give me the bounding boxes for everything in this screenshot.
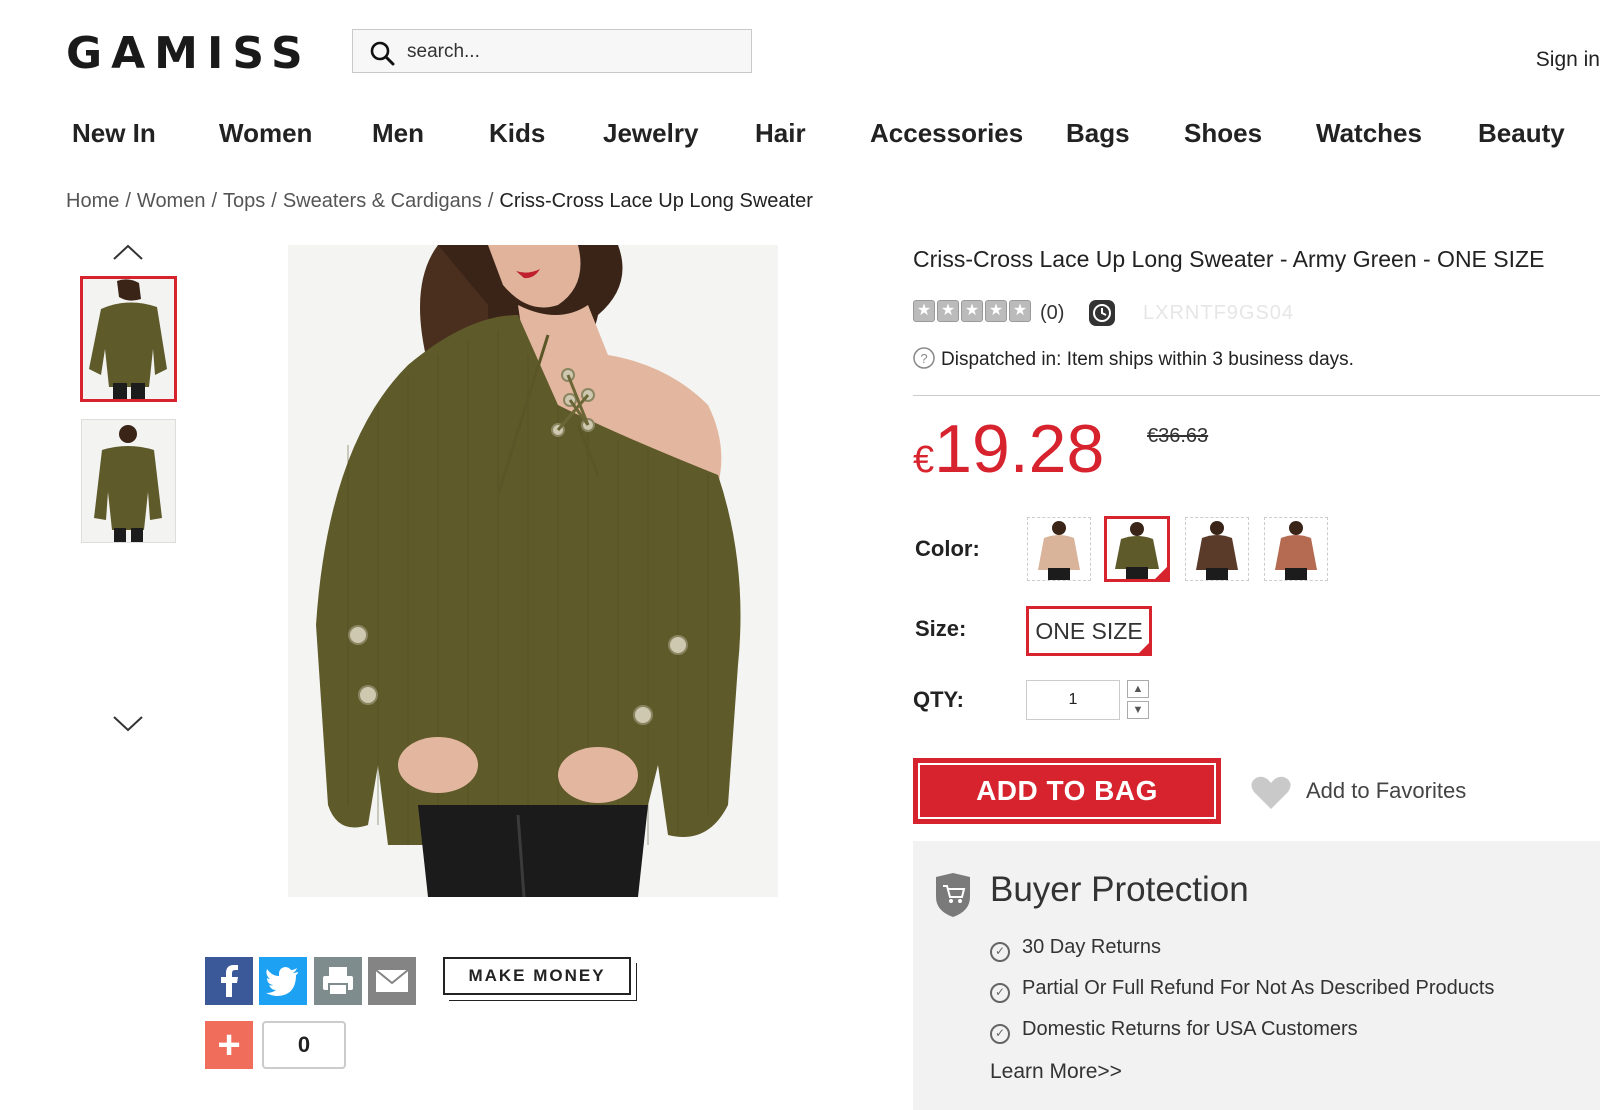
color-swatch-brick-red[interactable]	[1264, 517, 1328, 581]
make-money-button[interactable]: MAKE MONEY	[443, 957, 631, 995]
learn-more-link[interactable]: Learn More>>	[990, 1060, 1122, 1084]
facebook-icon[interactable]	[205, 957, 253, 1005]
breadcrumb-home[interactable]: Home	[66, 190, 119, 212]
color-swatch-army-green[interactable]	[1104, 516, 1170, 582]
add-to-bag-button[interactable]: ADD TO BAG	[913, 758, 1221, 824]
search-icon[interactable]	[369, 40, 395, 71]
breadcrumb-separator: /	[125, 190, 131, 212]
nav-jewelry[interactable]: Jewelry	[603, 118, 698, 149]
size-label: Size:	[915, 616, 967, 641]
protection-item-label: 30 Day Returns	[1022, 936, 1161, 958]
nav-kids[interactable]: Kids	[489, 118, 545, 149]
add-to-favorites-link[interactable]: Add to Favorites	[1306, 778, 1466, 804]
old-price: €36.63	[1147, 425, 1209, 447]
product-main-image[interactable]	[288, 245, 778, 898]
logo[interactable]: GAMISS	[66, 28, 312, 79]
clock-icon	[1088, 299, 1116, 332]
buyer-protection-title: Buyer Protection	[990, 870, 1249, 909]
rating-count[interactable]: (0)	[1040, 302, 1064, 325]
nav-shoes[interactable]: Shoes	[1184, 118, 1262, 149]
breadcrumb-tops[interactable]: Tops	[223, 190, 265, 212]
email-icon[interactable]	[368, 957, 416, 1005]
qty-decrease-button[interactable]: ▼	[1127, 701, 1149, 719]
twitter-icon[interactable]	[259, 957, 307, 1005]
current-price: €19.28	[913, 410, 1104, 488]
nav-bags[interactable]: Bags	[1066, 118, 1130, 149]
check-icon: ✓	[990, 983, 1010, 1003]
star-icon: ★	[961, 300, 983, 322]
selected-check-icon	[1138, 642, 1150, 654]
nav-women[interactable]: Women	[219, 118, 312, 149]
nav-hair[interactable]: Hair	[755, 118, 806, 149]
price-amount: 19.28	[934, 411, 1105, 487]
size-option-label: ONE SIZE	[1035, 618, 1143, 644]
svg-text:?: ?	[920, 351, 927, 366]
dispatch-info: ? Dispatched in: Item ships within 3 busi…	[913, 347, 1354, 371]
color-swatch-apricot[interactable]	[1027, 517, 1091, 581]
size-option-one-size[interactable]: ONE SIZE	[1026, 606, 1152, 656]
search-input[interactable]	[405, 38, 739, 66]
star-icon: ★	[913, 300, 935, 322]
sign-in-link[interactable]: Sign in	[1536, 48, 1600, 72]
protection-item-label: Partial Or Full Refund For Not As Descri…	[1022, 977, 1495, 999]
plus-share-button[interactable]: +	[205, 1021, 253, 1069]
qty-increase-button[interactable]: ▲	[1127, 680, 1149, 698]
nav-new-in[interactable]: New In	[72, 118, 156, 149]
heart-icon[interactable]	[1250, 775, 1292, 816]
check-icon: ✓	[990, 1024, 1010, 1044]
print-icon[interactable]	[314, 957, 362, 1005]
breadcrumb-women[interactable]: Women	[137, 190, 206, 212]
protection-item: ✓ 30 Day Returns	[990, 936, 1161, 962]
color-label: Color:	[915, 536, 980, 561]
star-icon: ★	[937, 300, 959, 322]
breadcrumb-separator: /	[487, 190, 494, 212]
star-icon: ★	[1009, 300, 1031, 322]
nav-accessories[interactable]: Accessories	[870, 118, 1023, 149]
protection-item-label: Domestic Returns for USA Customers	[1022, 1018, 1358, 1040]
breadcrumb: Home / Women / Tops / Sweaters & Cardigans / Cri…	[66, 190, 813, 213]
product-title: Criss-Cross Lace Up Long Sweater - Army …	[913, 246, 1545, 272]
divider	[913, 395, 1600, 396]
breadcrumb-separator: /	[271, 190, 277, 212]
thumbnail-2[interactable]	[81, 419, 176, 543]
share-count: 0	[262, 1021, 346, 1069]
nav-watches[interactable]: Watches	[1316, 118, 1422, 149]
main-nav: New In Women Men Kids Jewelry Hair Acces…	[0, 118, 1600, 158]
breadcrumb-separator: /	[211, 190, 218, 212]
breadcrumb-current: Criss-Cross Lace Up Long Sweater	[499, 190, 813, 212]
protection-item: ✓ Domestic Returns for USA Customers	[990, 1018, 1358, 1044]
breadcrumb-sweaters[interactable]: Sweaters & Cardigans	[283, 190, 482, 212]
search-box[interactable]	[352, 29, 752, 73]
chevron-up-icon[interactable]	[113, 243, 143, 261]
thumbnail-1[interactable]	[80, 276, 177, 402]
dispatch-label: Dispatched in:	[941, 349, 1062, 370]
product-sku: LXRNTF9GS04	[1143, 302, 1295, 324]
price-currency: €	[913, 439, 935, 481]
chevron-down-icon[interactable]	[113, 715, 143, 733]
nav-beauty[interactable]: Beauty	[1478, 118, 1565, 149]
shield-cart-icon	[934, 873, 972, 922]
rating-stars[interactable]: ★ ★ ★ ★ ★	[913, 300, 1033, 322]
help-icon[interactable]: ?	[913, 347, 935, 369]
color-swatch-coffee[interactable]	[1185, 517, 1249, 581]
nav-men[interactable]: Men	[372, 118, 424, 149]
star-icon: ★	[985, 300, 1007, 322]
check-icon: ✓	[990, 942, 1010, 962]
quantity-input[interactable]: 1	[1026, 680, 1120, 720]
protection-item: ✓ Partial Or Full Refund For Not As Descr…	[990, 977, 1494, 1003]
qty-label: QTY:	[913, 687, 964, 712]
dispatch-text: Item ships within 3 business days.	[1066, 349, 1354, 370]
